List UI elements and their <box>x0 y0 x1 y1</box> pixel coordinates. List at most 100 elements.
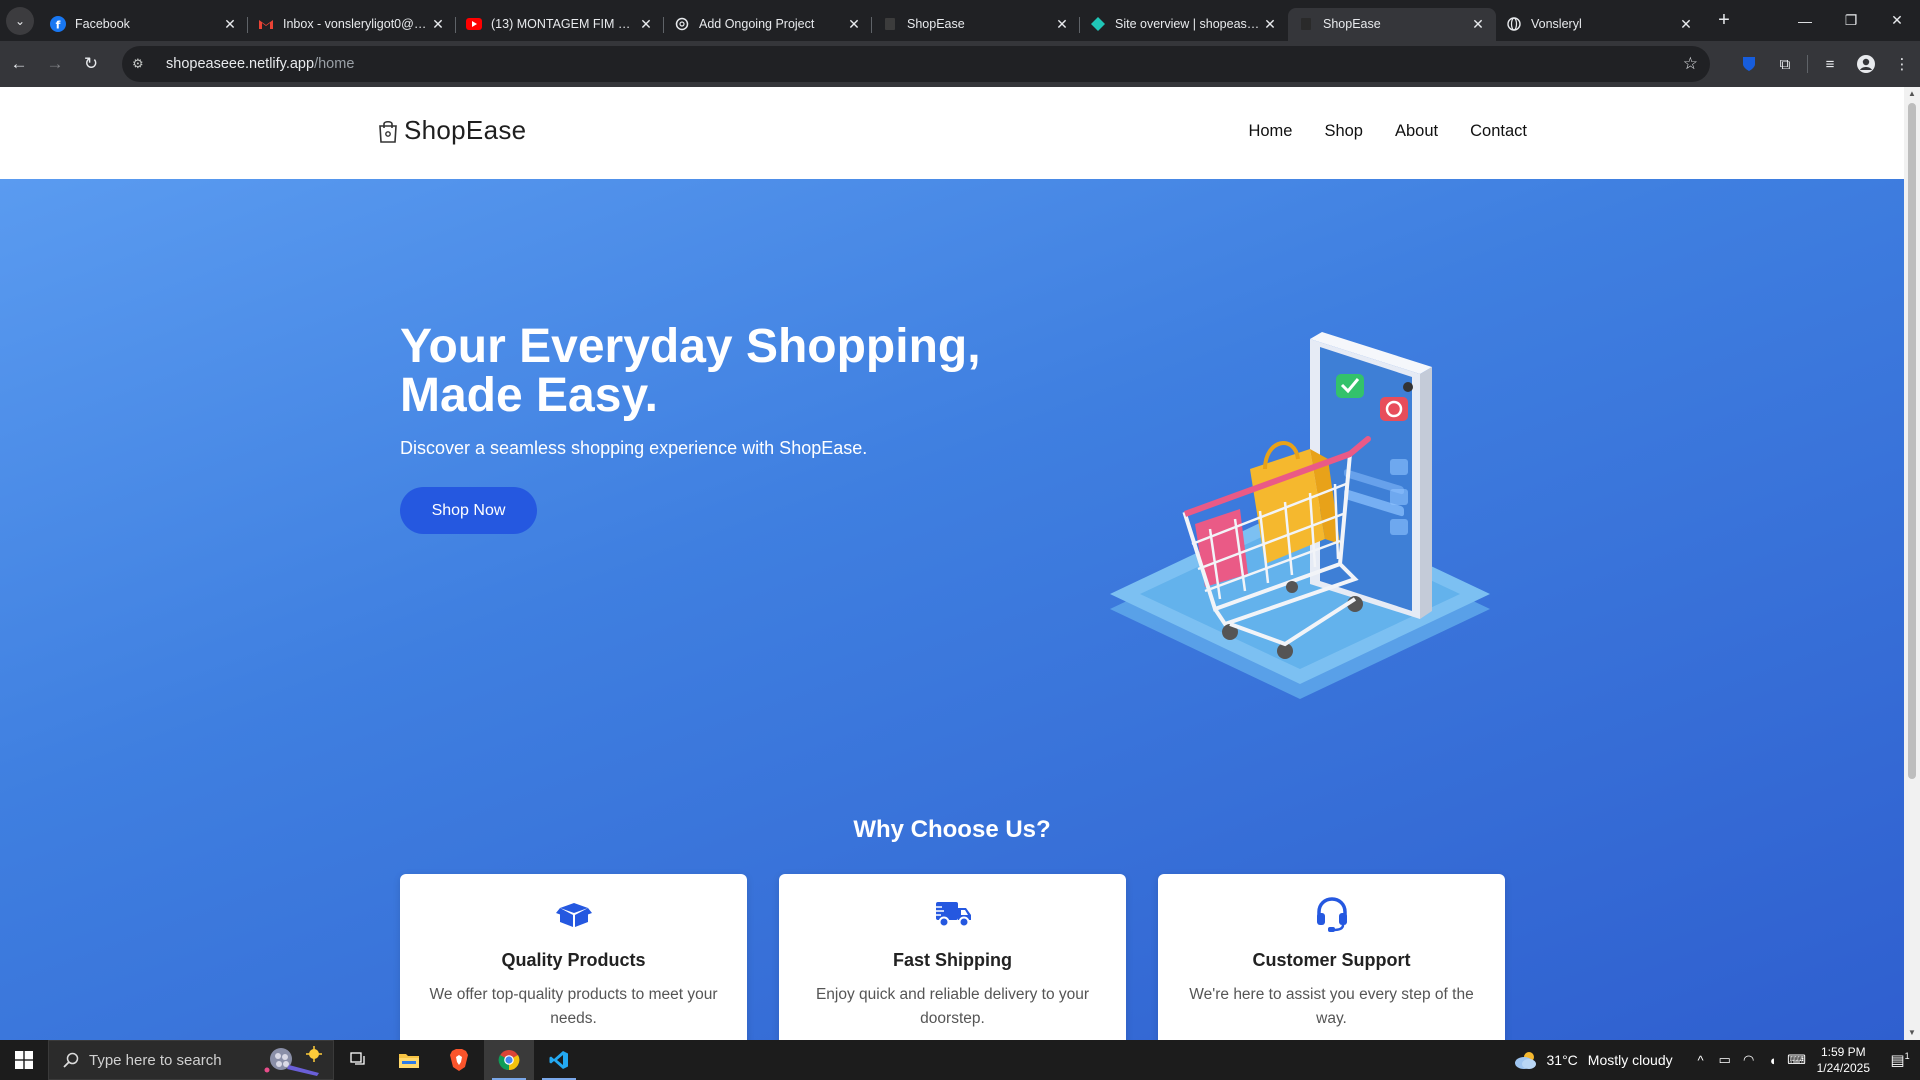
browser-toolbar: ← → ↻ ⚙ shopeaseee.netlify.app/home ☆ ⧉ … <box>0 41 1920 87</box>
tab-title: Inbox - vonsleryligot0@gmail.com <box>283 17 430 31</box>
weather-condition: Mostly cloudy <box>1587 1052 1673 1068</box>
weather-widget[interactable]: 31°C Mostly cloudy <box>1513 1050 1673 1070</box>
nav-link-contact[interactable]: Contact <box>1470 122 1527 141</box>
system-tray: 31°C Mostly cloudy ^ ▭ ◠ ◖ ⌨ 1:59 PM 1/2… <box>1513 1040 1920 1080</box>
close-icon[interactable]: ✕ <box>1470 16 1486 33</box>
minimize-button[interactable]: — <box>1782 0 1828 41</box>
tab-shopease-1[interactable]: ShopEase ✕ <box>871 8 1080 41</box>
hero-title: Your Everyday Shopping, Made Easy. <box>400 320 981 422</box>
feature-card-shipping: Fast Shipping Enjoy quick and reliable d… <box>779 874 1126 1040</box>
close-icon[interactable]: ✕ <box>846 16 862 33</box>
nav-link-home[interactable]: Home <box>1248 122 1292 141</box>
new-tab-button[interactable]: + <box>1708 9 1740 32</box>
tab-search-button[interactable]: ⌄ <box>6 6 34 35</box>
file-explorer-button[interactable] <box>384 1040 434 1080</box>
bookmark-star-icon[interactable]: ☆ <box>1683 54 1698 74</box>
task-view-button[interactable] <box>334 1040 384 1080</box>
taskbar-search-box[interactable]: Type here to search <box>48 1040 334 1080</box>
feature-description: Enjoy quick and reliable delivery to you… <box>815 986 1090 1027</box>
divider <box>1807 55 1808 73</box>
tab-title: ShopEase <box>907 17 965 31</box>
tab-title: (13) MONTAGEM FIM ESTRELAR <box>491 17 638 31</box>
facebook-icon: f <box>50 16 66 32</box>
shop-now-button[interactable]: Shop Now <box>400 487 537 534</box>
start-button[interactable] <box>0 1040 48 1080</box>
vscode-button[interactable] <box>534 1040 584 1080</box>
site-info-icon[interactable]: ⚙ <box>132 56 152 72</box>
feature-title: Fast Shipping <box>893 950 1012 970</box>
feature-title: Customer Support <box>1252 950 1411 970</box>
feature-cards: Quality Products We offer top-quality pr… <box>400 874 1505 1040</box>
clock-date: 1/24/2025 <box>1816 1061 1870 1075</box>
forward-button[interactable]: → <box>38 47 72 81</box>
close-icon[interactable]: ✕ <box>222 16 238 33</box>
wifi-icon[interactable]: ◠ <box>1737 1052 1761 1068</box>
brave-browser-button[interactable] <box>434 1040 484 1080</box>
meet-now-icon[interactable]: ▭ <box>1713 1052 1737 1068</box>
tab-facebook[interactable]: f Facebook ✕ <box>40 8 248 41</box>
taskbar-clock[interactable]: 1:59 PM 1/24/2025 <box>1817 1044 1870 1076</box>
profile-avatar-icon[interactable] <box>1848 55 1884 73</box>
close-icon[interactable]: ✕ <box>1054 16 1070 33</box>
notification-center-button[interactable]: ▤1 <box>1880 1051 1920 1069</box>
site-logo[interactable]: ShopEase <box>378 115 526 146</box>
scroll-up-arrow-icon[interactable]: ▲ <box>1904 87 1920 101</box>
scrollbar-thumb[interactable] <box>1908 103 1916 779</box>
youtube-icon <box>466 16 482 32</box>
nav-link-shop[interactable]: Shop <box>1324 122 1363 141</box>
logo-text: ShopEase <box>404 115 527 145</box>
tab-gmail[interactable]: Inbox - vonsleryligot0@gmail.com ✕ <box>247 8 456 41</box>
tab-chatgpt[interactable]: Add Ongoing Project ✕ <box>663 8 872 41</box>
tab-shopease-active[interactable]: ShopEase ✕ <box>1288 7 1496 41</box>
bitwarden-extension-icon[interactable] <box>1731 56 1767 72</box>
close-icon[interactable]: ✕ <box>638 16 654 33</box>
shopping-cart-illustration <box>1110 332 1490 699</box>
browser-tab-strip: ⌄ f Facebook ✕ Inbox - vonsleryligot0@gm… <box>0 0 1920 41</box>
address-bar[interactable]: ⚙ shopeaseee.netlify.app/home ☆ <box>122 46 1710 82</box>
shopping-bag-icon <box>379 120 397 143</box>
chrome-icon <box>498 1050 520 1071</box>
feature-card-quality: Quality Products We offer top-quality pr… <box>400 874 747 1040</box>
netlify-icon <box>1090 16 1106 32</box>
page-scrollbar[interactable]: ▲ ▼ <box>1904 87 1920 1040</box>
tab-vonsleryl[interactable]: Vonsleryl ✕ <box>1496 8 1704 41</box>
search-placeholder: Type here to search <box>89 1051 222 1069</box>
svg-text:f: f <box>56 19 61 32</box>
scroll-down-arrow-icon[interactable]: ▼ <box>1904 1026 1920 1040</box>
globe-icon <box>1506 16 1522 32</box>
restore-button[interactable]: ❐ <box>1828 0 1874 41</box>
extensions-puzzle-icon[interactable]: ⧉ <box>1767 56 1803 73</box>
truck-icon <box>779 896 1126 932</box>
url-text: shopeaseee.netlify.app/home <box>166 56 354 72</box>
headset-icon <box>1158 896 1505 932</box>
tab-youtube[interactable]: (13) MONTAGEM FIM ESTRELAR ✕ <box>455 8 664 41</box>
close-icon[interactable]: ✕ <box>1262 16 1278 33</box>
cloudy-sun-icon <box>1514 1052 1536 1069</box>
folder-icon <box>399 1054 419 1068</box>
brave-icon <box>450 1049 468 1071</box>
volume-icon[interactable]: ◖ <box>1761 1053 1785 1068</box>
notification-count: 1 <box>1904 1051 1910 1061</box>
back-button[interactable]: ← <box>2 47 36 81</box>
tab-netlify[interactable]: Site overview | shopeaseee ✕ <box>1079 8 1288 41</box>
close-window-button[interactable]: ✕ <box>1874 0 1920 41</box>
feature-description: We offer top-quality products to meet yo… <box>429 986 718 1027</box>
close-icon[interactable]: ✕ <box>430 16 446 33</box>
main-nav: Home Shop About Contact <box>1216 122 1527 141</box>
vscode-icon <box>549 1051 568 1069</box>
chrome-button[interactable] <box>484 1040 534 1080</box>
close-icon[interactable]: ✕ <box>1678 16 1694 33</box>
search-highlight-art-icon <box>264 1046 322 1076</box>
keyboard-icon[interactable]: ⌨ <box>1785 1052 1809 1068</box>
task-view-icon <box>350 1052 365 1065</box>
chevron-up-icon[interactable]: ^ <box>1689 1053 1713 1068</box>
nav-link-about[interactable]: About <box>1395 122 1438 141</box>
hero-section: Your Everyday Shopping, Made Easy. Disco… <box>0 179 1904 1040</box>
reading-list-icon[interactable]: ≡ <box>1812 56 1848 73</box>
menu-kebab-icon[interactable]: ⋮ <box>1884 55 1920 73</box>
extension-area: ⧉ ≡ ⋮ <box>1731 41 1920 87</box>
box-icon <box>400 896 747 932</box>
windows-logo-icon <box>15 1051 33 1069</box>
reload-button[interactable]: ↻ <box>74 47 108 81</box>
notification-icon: ▤ <box>1890 1052 1905 1069</box>
